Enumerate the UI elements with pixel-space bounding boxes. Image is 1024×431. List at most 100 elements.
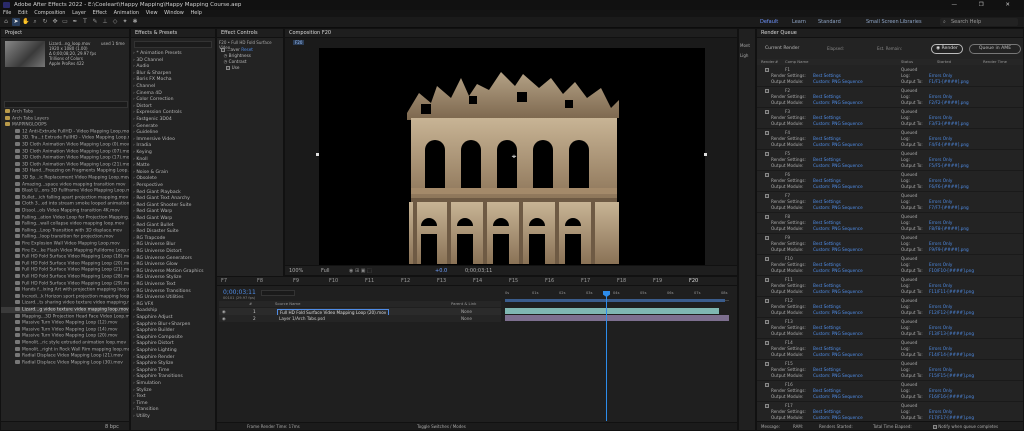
queue-in-ame-button[interactable]: Queue in AME xyxy=(969,44,1021,54)
effect-category-item[interactable]: Sapphire Lighting xyxy=(133,348,176,354)
comp-tab[interactable]: F8 xyxy=(257,277,263,285)
project-list-item[interactable]: Cloth 3...ed into stream smoke looped an… xyxy=(1,201,129,207)
log-value[interactable]: Errors Only xyxy=(929,199,952,204)
project-list-item[interactable]: 3D Cloth Animation Video Mapping Loop (2… xyxy=(1,161,129,168)
side-strip-label-1[interactable]: Mont xyxy=(740,43,750,48)
pen-tool-icon[interactable]: ✒ xyxy=(71,18,79,26)
menu-layer[interactable]: Layer xyxy=(72,10,86,16)
output-module-value[interactable]: Custom: PNG Sequence xyxy=(813,142,863,147)
hand-tool-icon[interactable]: ✋ xyxy=(22,18,30,26)
log-value[interactable]: Errors Only xyxy=(929,178,952,183)
selection-tool-icon[interactable]: ➤ xyxy=(12,18,20,26)
comp-tab[interactable]: F7 xyxy=(221,277,227,285)
roto-tool-icon[interactable]: ✦ xyxy=(121,18,129,26)
project-list-item[interactable]: Full HD Fold Surface Video Mapping Loop … xyxy=(1,267,129,273)
comp-tab[interactable]: F13 xyxy=(437,277,446,285)
output-module-value[interactable]: Custom: PNG Sequence xyxy=(813,121,863,126)
type-tool-icon[interactable]: T xyxy=(81,18,89,26)
menu-composition[interactable]: Composition xyxy=(34,10,65,16)
render-checkbox[interactable] xyxy=(765,341,769,345)
output-to-value[interactable]: F5/F5-[####].png xyxy=(929,163,969,168)
project-list-item[interactable]: Lizard...g video texture video mapping l… xyxy=(1,307,129,313)
render-checkbox[interactable] xyxy=(765,215,769,219)
effect-category-item[interactable]: Sapphire Distort xyxy=(133,341,173,347)
comp-tab[interactable]: F20 xyxy=(689,277,698,285)
workspace-default[interactable]: Default xyxy=(760,19,778,25)
output-module-value[interactable]: Custom: PNG Sequence xyxy=(813,247,863,252)
render-checkbox[interactable] xyxy=(765,404,769,408)
render-checkbox[interactable] xyxy=(765,257,769,261)
log-value[interactable]: Errors Only xyxy=(929,241,952,246)
project-list-item[interactable]: Blast U...ons 3D Fullframe Video Mapping… xyxy=(1,188,129,194)
render-settings-value[interactable]: Best Settings xyxy=(813,73,841,78)
render-queue-item[interactable]: F8 Render Settings: Best Settings Log: Error… xyxy=(757,213,1023,234)
project-list-item[interactable]: Lizard...ts sharing video texture video … xyxy=(1,300,129,306)
render-checkbox[interactable] xyxy=(765,110,769,114)
handle-left[interactable] xyxy=(316,153,319,156)
output-module-value[interactable]: Custom: PNG Sequence xyxy=(813,373,863,378)
comp-tab[interactable]: F10 xyxy=(329,277,338,285)
handle-right[interactable] xyxy=(704,153,707,156)
effect-category-item[interactable]: RG Universe Blur xyxy=(133,242,175,248)
render-checkbox[interactable] xyxy=(765,194,769,198)
effect-category-item[interactable]: Color Correction xyxy=(133,97,173,103)
log-value[interactable]: Errors Only xyxy=(929,115,952,120)
output-module-value[interactable]: Custom: PNG Sequence xyxy=(813,205,863,210)
render-checkbox[interactable] xyxy=(765,383,769,387)
render-settings-value[interactable]: Best Settings xyxy=(813,220,841,225)
output-module-value[interactable]: Custom: PNG Sequence xyxy=(813,352,863,357)
log-value[interactable]: Errors Only xyxy=(929,325,952,330)
composition-canvas[interactable]: ⌖ xyxy=(319,48,705,266)
visibility-eye-icon[interactable]: ◉ xyxy=(222,308,226,315)
project-list-item[interactable]: Radial Displace Video Mapping Loop (30).… xyxy=(1,359,129,366)
render-settings-value[interactable]: Best Settings xyxy=(813,157,841,162)
effect-category-item[interactable]: Channel xyxy=(133,84,155,90)
project-list-item[interactable]: Fire Ex...ke Flash Video Mapping Fulldom… xyxy=(1,247,129,254)
viewer-timecode[interactable]: 0;00;03;11 xyxy=(465,268,492,274)
log-value[interactable]: Errors Only xyxy=(929,388,952,393)
project-list-item[interactable]: Fire Explosion Wall Video Mapping Loop.m… xyxy=(1,241,129,247)
project-list-item[interactable]: 3D Cloth Animation Video Mapping Loop (1… xyxy=(1,155,129,161)
log-value[interactable]: Errors Only xyxy=(929,157,952,162)
render-settings-value[interactable]: Best Settings xyxy=(813,388,841,393)
timeline-search-input[interactable] xyxy=(261,290,295,296)
exposure-value[interactable]: +0.0 xyxy=(435,268,447,274)
effect-category-item[interactable]: Matte xyxy=(133,163,149,169)
output-to-value[interactable]: F2/F2-[####].png xyxy=(929,100,969,105)
project-list-item[interactable]: Full HD Fold Surface Video Mapping Loop … xyxy=(1,254,129,260)
output-module-value[interactable]: Custom: PNG Sequence xyxy=(813,184,863,189)
workspace-libraries[interactable]: Libraries xyxy=(900,19,922,25)
render-settings-value[interactable]: Best Settings xyxy=(813,199,841,204)
effect-category-item[interactable]: Irradia xyxy=(133,143,151,149)
project-folder-item[interactable]: Arch Tabs Layers xyxy=(1,115,129,122)
render-settings-value[interactable]: Best Settings xyxy=(813,283,841,288)
effect-category-item[interactable]: RG Universe Glow xyxy=(133,262,177,268)
project-list-item[interactable]: Monolit...right in Rock Wall Rim mapping… xyxy=(1,346,129,353)
bpc-label[interactable]: 8 bpc xyxy=(105,424,119,430)
effect-category-item[interactable]: Perspective xyxy=(133,183,163,189)
output-module-value[interactable]: Custom: PNG Sequence xyxy=(813,79,863,84)
render-settings-value[interactable]: Best Settings xyxy=(813,178,841,183)
render-queue-item[interactable]: F3 Render Settings: Best Settings Log: Error… xyxy=(757,108,1023,129)
effect-category-item[interactable]: Utility xyxy=(133,414,150,420)
menu-effect[interactable]: Effect xyxy=(93,10,107,16)
project-list-item[interactable]: Falling...Loop Transition with 3D displa… xyxy=(1,227,129,234)
zoom-dropdown[interactable]: 100% xyxy=(289,268,303,274)
render-checkbox[interactable] xyxy=(765,236,769,240)
render-checkbox[interactable] xyxy=(765,152,769,156)
project-list-item[interactable]: 3D Hand...Freezing on Fragments Mapping … xyxy=(1,168,129,174)
project-search-input[interactable] xyxy=(4,101,128,108)
project-list-item[interactable]: Full HD Fold Surface Video Mapping Loop … xyxy=(1,274,129,280)
workspace-small-screen[interactable]: Small Screen xyxy=(866,19,899,25)
project-list-item[interactable]: 12 Anti-Extrude FullHD - Video Mapping L… xyxy=(1,128,129,135)
log-value[interactable]: Errors Only xyxy=(929,409,952,414)
comp-tab[interactable]: F19 xyxy=(653,277,662,285)
comp-tab[interactable]: F17 xyxy=(581,277,590,285)
render-queue-tab[interactable]: Render Queue xyxy=(757,29,1023,38)
render-queue-item[interactable]: F7 Render Settings: Best Settings Log: Error… xyxy=(757,192,1023,213)
menu-help[interactable]: Help xyxy=(190,10,201,16)
comp-tab[interactable]: F9 xyxy=(293,277,299,285)
log-value[interactable]: Errors Only xyxy=(929,94,952,99)
render-queue-item[interactable]: F2 Render Settings: Best Settings Log: Error… xyxy=(757,87,1023,108)
effect-row-use[interactable]: Use xyxy=(221,65,253,71)
